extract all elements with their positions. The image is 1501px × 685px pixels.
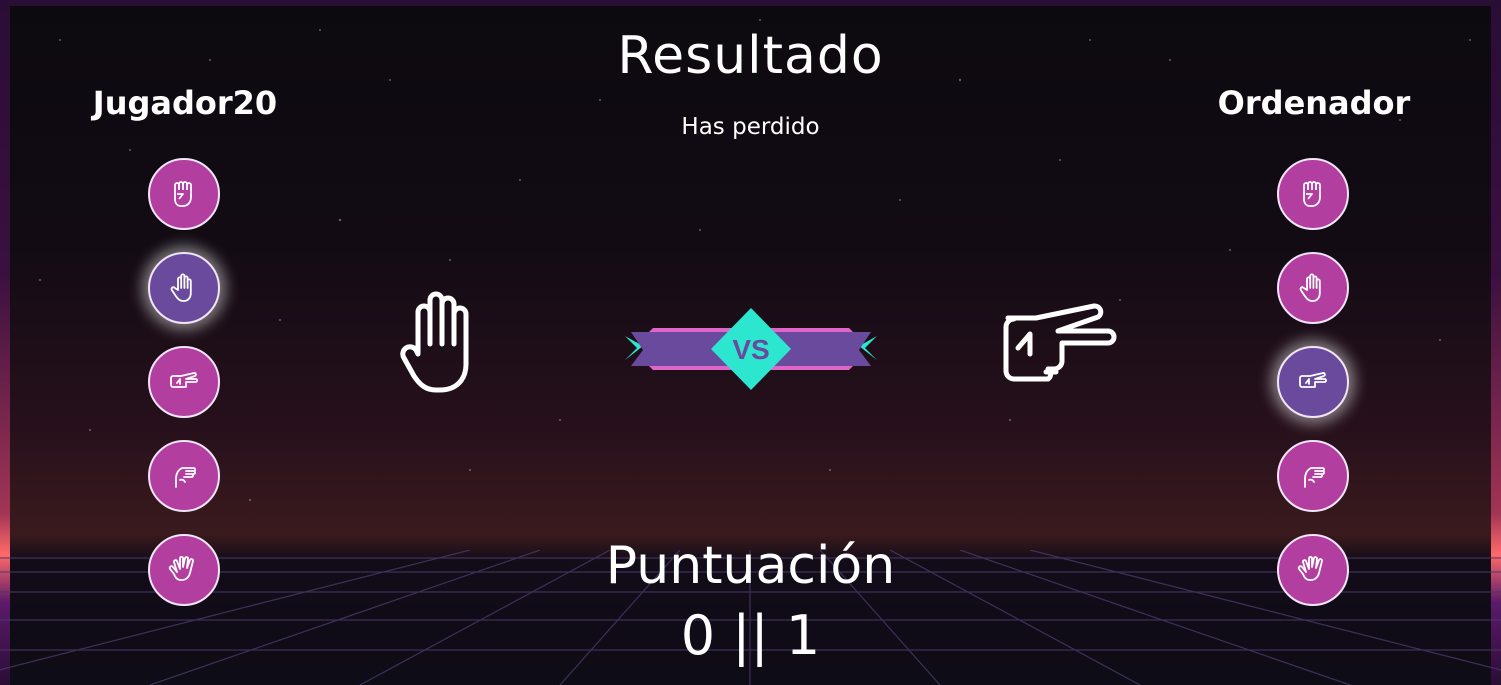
computer-scissors-button[interactable] bbox=[1277, 346, 1349, 418]
player-lizard-button[interactable] bbox=[148, 440, 220, 512]
lizard-icon bbox=[175, 467, 196, 488]
rock-icon bbox=[174, 181, 192, 207]
computer-lizard-button[interactable] bbox=[1277, 440, 1349, 512]
rock-icon bbox=[1303, 181, 1321, 207]
lizard-icon bbox=[1304, 467, 1325, 488]
scissors-icon bbox=[1299, 372, 1327, 388]
computer-choice-scissors-icon bbox=[1003, 303, 1117, 382]
result-title: Resultado bbox=[617, 26, 884, 86]
scissors-icon bbox=[170, 372, 198, 388]
versus-badge: VS bbox=[625, 308, 877, 390]
player-scissors-button[interactable] bbox=[148, 346, 220, 418]
player-choice-paper-icon bbox=[400, 291, 469, 393]
versus-label: VS bbox=[732, 334, 769, 365]
computer-rock-button[interactable] bbox=[1277, 158, 1349, 230]
player-rock-button[interactable] bbox=[148, 158, 220, 230]
computer-name: Ordenador bbox=[1217, 84, 1411, 122]
paper-icon bbox=[170, 273, 192, 302]
player-name: Jugador20 bbox=[92, 84, 278, 122]
score-title: Puntuación bbox=[605, 536, 896, 596]
player-paper-button[interactable] bbox=[148, 252, 220, 324]
score-value: 0 || 1 bbox=[680, 604, 821, 667]
computer-paper-button[interactable] bbox=[1277, 252, 1349, 324]
paper-icon bbox=[1299, 273, 1321, 302]
